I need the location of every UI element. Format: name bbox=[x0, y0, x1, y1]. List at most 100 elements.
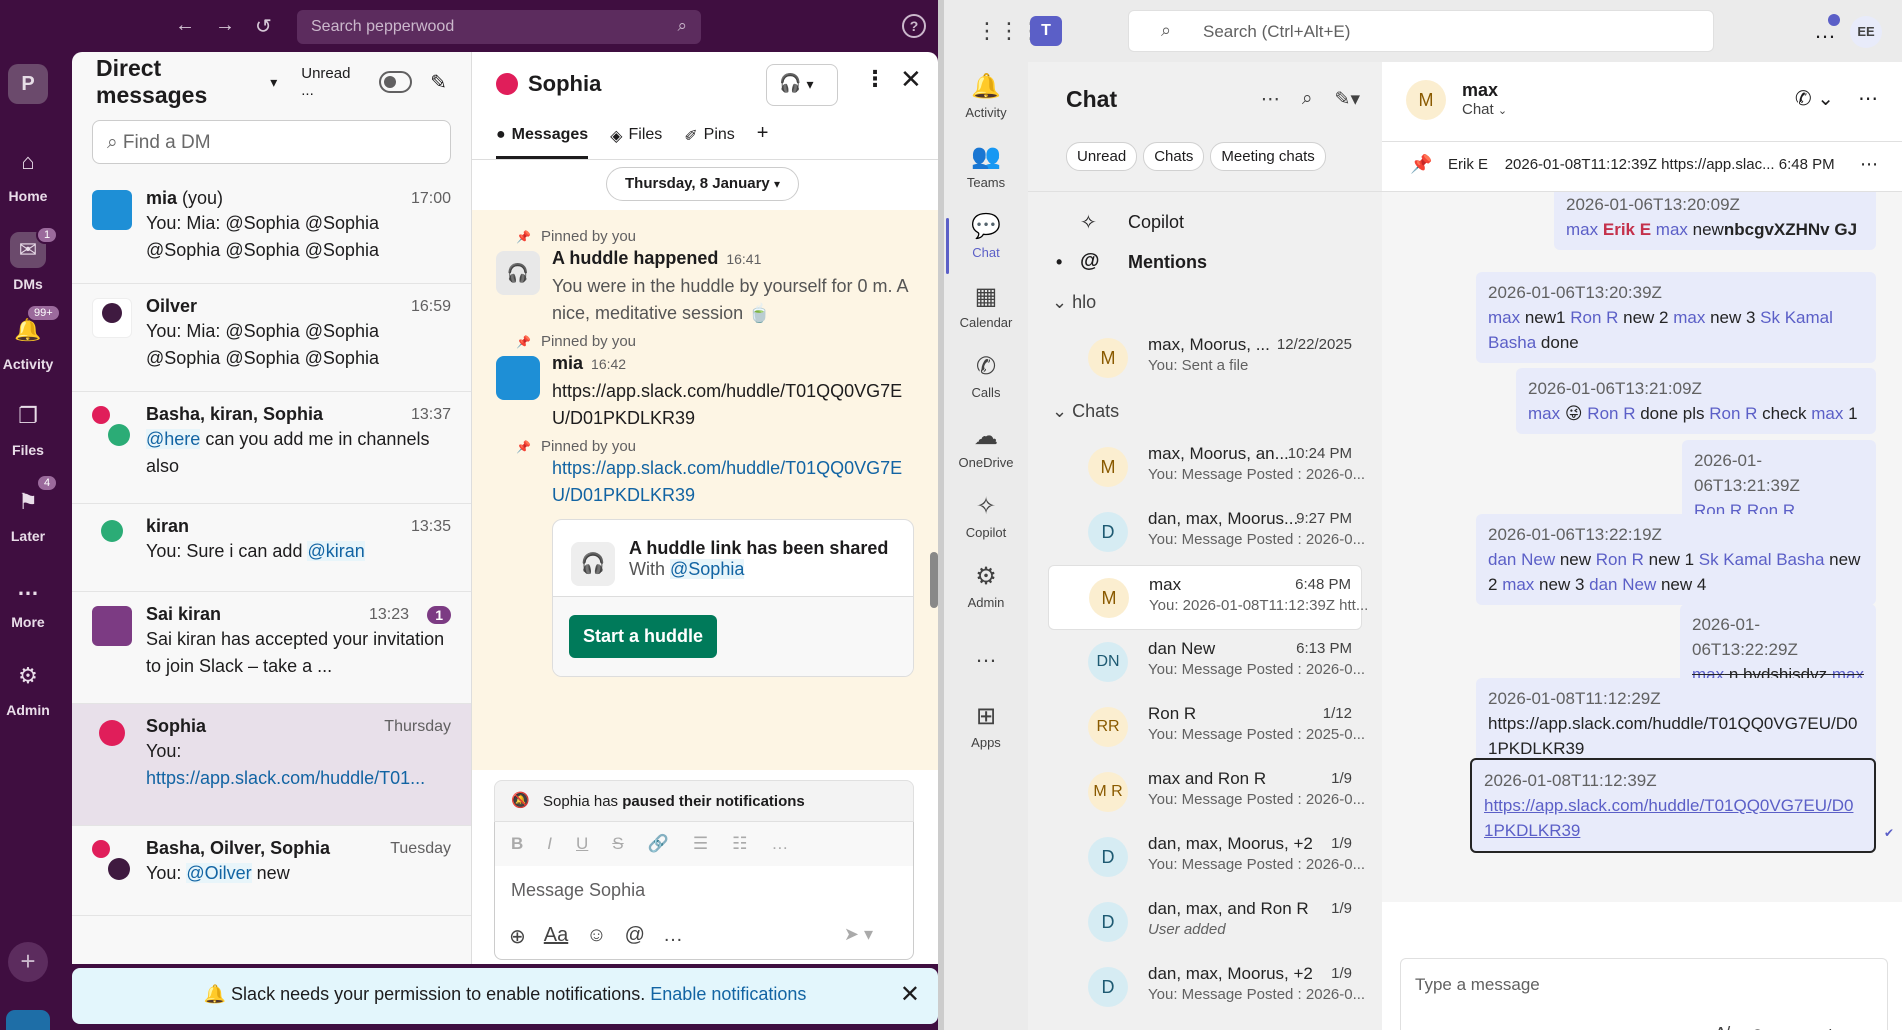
rail-more[interactable]: … More bbox=[0, 570, 56, 630]
help-icon[interactable]: ? bbox=[902, 14, 926, 38]
strike-icon[interactable]: S bbox=[612, 834, 623, 854]
chat-list-item[interactable]: RR Ron R You: Message Posted : 2025-0... 1/… bbox=[1048, 695, 1365, 760]
ordered-list-icon[interactable]: ☰ bbox=[693, 834, 708, 854]
rail-home[interactable]: ⌂ Home bbox=[0, 144, 56, 204]
more-options-icon[interactable]: ⋮ bbox=[864, 66, 886, 92]
rail-admin[interactable]: ⚙ Admin bbox=[944, 562, 1028, 610]
scrollbar[interactable] bbox=[930, 552, 938, 608]
add-tab-button[interactable]: + bbox=[757, 116, 769, 159]
more-icon[interactable]: ⋯ bbox=[1858, 86, 1878, 111]
chevron-down-icon[interactable]: ▾ bbox=[806, 76, 813, 92]
rail-admin[interactable]: ⚙ Admin bbox=[0, 658, 56, 718]
filter-chats[interactable]: Chats bbox=[1143, 142, 1205, 171]
message-time[interactable]: 16:42 bbox=[591, 356, 626, 372]
dm-list-item[interactable]: Sophia Thursday You: https://app.slack.c… bbox=[72, 704, 471, 826]
chat-list-item[interactable]: Ddan, max, and Ron R User added 1/9 bbox=[1048, 890, 1362, 955]
message-link[interactable]: https://app.slack.com/huddle/T01QQ0VG7EU… bbox=[552, 455, 914, 509]
chat-message[interactable]: 2026-01-08T11:12:39Z https://app.slack.c… bbox=[1470, 758, 1876, 853]
add-workspace-button[interactable]: + bbox=[8, 942, 48, 982]
date-divider[interactable]: Thursday, 8 January ▾ bbox=[606, 167, 799, 201]
compose-icon[interactable]: ✎ bbox=[430, 70, 447, 95]
chat-list-item[interactable]: Ddan, max, Moorus, +2 You: Message Posted… bbox=[1048, 955, 1365, 1020]
chat-message[interactable]: 2026-01-06T13:20:09Z max Erik E max newn… bbox=[1554, 192, 1876, 250]
more-icon[interactable]: ⋯ bbox=[1860, 154, 1878, 175]
enable-notifications-link[interactable]: Enable notifications bbox=[650, 984, 806, 1004]
dm-list-item[interactable]: mia (you) 17:00 You: Mia: @Sophia @Sophi… bbox=[72, 176, 471, 284]
filter-meeting-chats[interactable]: Meeting chats bbox=[1210, 142, 1326, 171]
rail-teams[interactable]: 👥 Teams bbox=[944, 142, 1028, 190]
rail-calendar[interactable]: ▦ Calendar bbox=[944, 282, 1028, 330]
message-link[interactable]: https://app.slack.com/huddle/T01QQ0VG7EU… bbox=[1484, 793, 1862, 843]
mentions-item[interactable]: • @ Mentions bbox=[1028, 242, 1382, 282]
loop-icon[interactable]: ⊙ bbox=[1788, 1024, 1805, 1030]
emoji-icon[interactable]: ☺ bbox=[586, 924, 606, 949]
rail-later[interactable]: ⚑ Later bbox=[0, 484, 56, 544]
dm-preview-link[interactable]: https://app.slack.com/huddle/T01... bbox=[146, 765, 451, 792]
more-icon[interactable]: … bbox=[771, 834, 788, 854]
chat-list-item[interactable]: M R max and Ron R You: Message Posted : 20… bbox=[1048, 760, 1365, 825]
dm-list-item[interactable]: Basha, Oilver, Sophia Tuesday You: @Oilv… bbox=[72, 826, 471, 916]
mention[interactable]: @Oilver bbox=[186, 863, 252, 883]
slack-search-input[interactable]: Search pepperwood ⌕ bbox=[297, 10, 701, 44]
chat-list-item[interactable]: Mmax You: 2026-01-08T11:12:39Z htt... 6:48… bbox=[1048, 565, 1368, 630]
bold-icon[interactable]: B bbox=[511, 834, 523, 854]
teams-search-input[interactable]: ⌕ Search (Ctrl+Alt+E) bbox=[1128, 10, 1714, 52]
rail-copilot[interactable]: ✧ Copilot bbox=[944, 492, 1028, 540]
underline-icon[interactable]: U bbox=[576, 834, 588, 854]
message-author[interactable]: mia bbox=[552, 353, 583, 373]
more-icon[interactable]: … bbox=[663, 924, 683, 949]
more-apps-icon[interactable]: … bbox=[944, 642, 1028, 668]
chevron-down-icon[interactable]: ▾ bbox=[270, 74, 277, 91]
composer-input[interactable]: Message Sophia bbox=[495, 866, 913, 915]
message-composer[interactable]: B I U S 🔗 ☰ ☷ … Message Sophia ⊕ Aa ☺ @ … ➤ ▾ bbox=[494, 822, 914, 960]
chat-message[interactable]: 2026-01-08T11:12:29Z https://app.slack.c… bbox=[1476, 678, 1876, 769]
format-icon[interactable]: A̸ bbox=[1714, 1024, 1727, 1030]
rail-apps[interactable]: ⊞ Apps bbox=[944, 702, 1028, 750]
search-icon[interactable]: ⌕ bbox=[1302, 88, 1313, 111]
more-icon[interactable]: ⋯ bbox=[1261, 88, 1280, 111]
history-icon[interactable]: ↺ bbox=[255, 14, 272, 39]
message-time[interactable]: 16:41 bbox=[726, 251, 761, 267]
message-compose-box[interactable]: Type a message A̸ ☺ ⊙ + ➤ bbox=[1400, 958, 1888, 1030]
mention-icon[interactable]: @ bbox=[625, 924, 645, 949]
section-chats[interactable]: ⌄ Chats bbox=[1028, 391, 1382, 435]
mention[interactable]: @here bbox=[146, 429, 201, 449]
tab-files[interactable]: ◈ Files bbox=[610, 116, 662, 159]
conversation-title[interactable]: Sophia bbox=[528, 71, 601, 97]
dm-list-item[interactable]: Oilver 16:59 You: Mia: @Sophia @Sophia @… bbox=[72, 284, 471, 392]
call-icon[interactable]: ✆ ⌄ bbox=[1795, 86, 1834, 111]
italic-icon[interactable]: I bbox=[547, 834, 552, 854]
close-icon[interactable]: ✕ bbox=[900, 64, 922, 95]
chat-list-item[interactable]: Ddan, max, Moorus, +2 You: Message Posted… bbox=[1048, 825, 1365, 890]
chat-list-item[interactable]: Mmax, Moorus, an... You: Message Posted :… bbox=[1048, 435, 1365, 500]
close-icon[interactable]: ✕ bbox=[900, 980, 920, 1009]
dm-list-item[interactable]: Sai kiran 13:23 1 Sai kiran has accepted… bbox=[72, 592, 471, 704]
unread-toggle[interactable] bbox=[379, 71, 413, 93]
chat-message[interactable]: 2026-01-06T13:22:19Z dan New new Ron R n… bbox=[1476, 514, 1876, 605]
plus-icon[interactable]: + bbox=[1825, 1024, 1837, 1030]
chat-message[interactable]: 2026-01-06T13:20:39Z max new1 Ron R new … bbox=[1476, 272, 1876, 363]
find-dm-input[interactable]: ⌕ Find a DM bbox=[92, 120, 451, 164]
rail-activity[interactable]: 🔔 Activity bbox=[944, 72, 1028, 120]
tab-messages[interactable]: ● Messages bbox=[496, 116, 589, 159]
back-arrow-icon[interactable]: ← bbox=[175, 14, 195, 39]
rail-files[interactable]: ❐ Files bbox=[0, 398, 56, 458]
link-icon[interactable]: 🔗 bbox=[648, 834, 669, 854]
chat-list-item[interactable]: DN dan New You: Message Posted : 2026-0...… bbox=[1048, 630, 1365, 695]
avatar[interactable] bbox=[6, 1010, 50, 1030]
mention[interactable]: @Sophia bbox=[670, 559, 745, 579]
plus-icon[interactable]: ⊕ bbox=[509, 924, 526, 949]
chat-list-item[interactable]: M max, Moorus, ... You: Sent a file 12/2… bbox=[1048, 326, 1362, 391]
dm-list-item[interactable]: kiran 13:35 You: Sure i can add @kiran bbox=[72, 504, 471, 592]
section-hlo[interactable]: ⌄ hlo bbox=[1028, 282, 1382, 326]
dm-title[interactable]: Direct messages bbox=[96, 55, 262, 109]
dm-list-item[interactable]: Basha, kiran, Sophia 13:37 @here can you… bbox=[72, 392, 471, 504]
tab-pins[interactable]: ✐ Pins bbox=[684, 116, 735, 159]
workspace-icon[interactable]: P bbox=[8, 64, 48, 104]
avatar[interactable]: M bbox=[1406, 80, 1446, 120]
emoji-icon[interactable]: ☺ bbox=[1747, 1024, 1767, 1030]
new-chat-icon[interactable]: ✎▾ bbox=[1335, 88, 1360, 111]
chat-list-item[interactable]: Ddan, max, Moorus... You: Message Posted … bbox=[1048, 500, 1365, 565]
send-icon[interactable]: ➤ ▾ bbox=[844, 924, 873, 945]
chat-message[interactable]: 2026-01-06T13:21:09Z max 😜 Ron R done pl… bbox=[1516, 368, 1876, 434]
